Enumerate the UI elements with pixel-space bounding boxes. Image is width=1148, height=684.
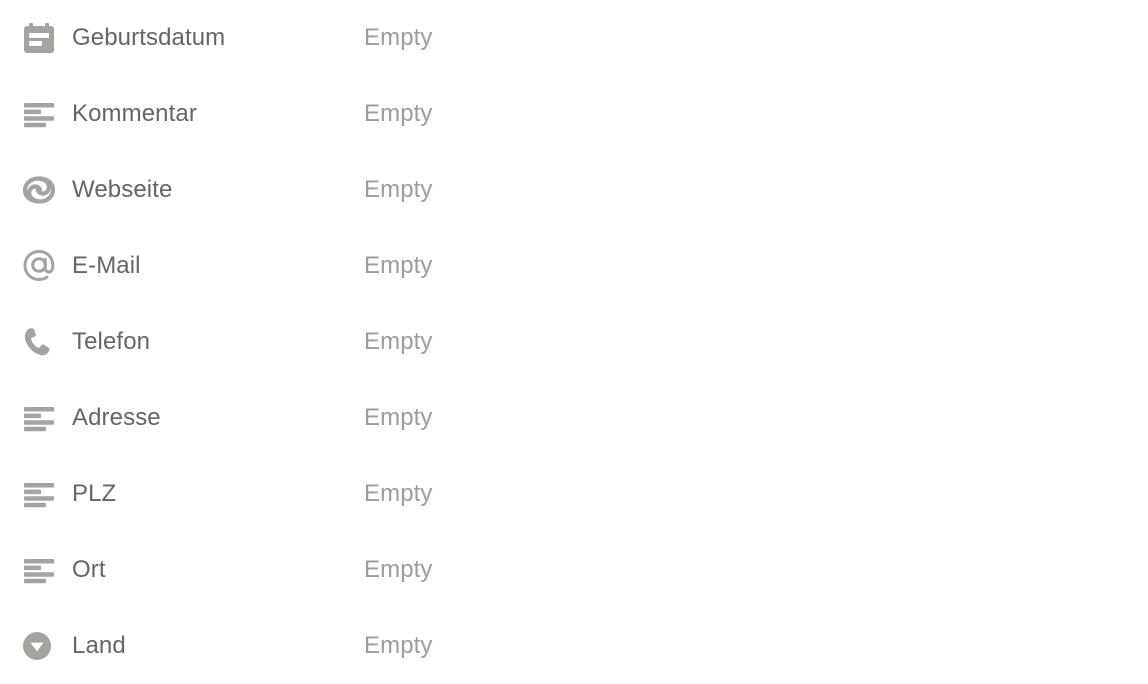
field-label: Ort bbox=[72, 556, 106, 583]
field-label: E-Mail bbox=[72, 252, 141, 279]
text-lines-icon bbox=[22, 401, 60, 435]
field-value[interactable]: Empty bbox=[364, 327, 433, 357]
field-row-ort[interactable]: Ort Empty bbox=[0, 532, 1148, 608]
field-label: Land bbox=[72, 632, 126, 659]
text-lines-icon bbox=[22, 553, 60, 587]
field-value[interactable]: Empty bbox=[364, 251, 433, 281]
field-label: Kommentar bbox=[72, 100, 197, 127]
dropdown-circle-icon bbox=[22, 629, 60, 663]
field-value[interactable]: Empty bbox=[364, 555, 433, 585]
text-lines-icon bbox=[22, 97, 60, 131]
calendar-icon bbox=[22, 21, 60, 55]
field-row-land[interactable]: Land Empty bbox=[0, 608, 1148, 684]
field-row-e-mail[interactable]: E-Mail Empty bbox=[0, 228, 1148, 304]
field-value[interactable]: Empty bbox=[364, 99, 433, 129]
field-row-adresse[interactable]: Adresse Empty bbox=[0, 380, 1148, 456]
field-row-kommentar[interactable]: Kommentar Empty bbox=[0, 76, 1148, 152]
link-spiral-icon bbox=[22, 173, 60, 207]
field-row-telefon[interactable]: Telefon Empty bbox=[0, 304, 1148, 380]
at-sign-icon bbox=[22, 249, 60, 283]
text-lines-icon bbox=[22, 477, 60, 511]
field-row-plz[interactable]: PLZ Empty bbox=[0, 456, 1148, 532]
field-row-webseite[interactable]: Webseite Empty bbox=[0, 152, 1148, 228]
field-list: Geburtsdatum Empty Kommentar Empty Webse… bbox=[0, 0, 1148, 682]
field-label: Webseite bbox=[72, 176, 173, 203]
field-label: Geburtsdatum bbox=[72, 24, 226, 51]
field-row-geburtsdatum[interactable]: Geburtsdatum Empty bbox=[0, 0, 1148, 76]
field-value[interactable]: Empty bbox=[364, 631, 433, 661]
phone-icon bbox=[22, 325, 60, 359]
field-label: Adresse bbox=[72, 404, 161, 431]
field-value[interactable]: Empty bbox=[364, 23, 433, 53]
field-label: PLZ bbox=[72, 480, 117, 507]
field-value[interactable]: Empty bbox=[364, 175, 433, 205]
field-value[interactable]: Empty bbox=[364, 479, 433, 509]
field-label: Telefon bbox=[72, 328, 151, 355]
field-value[interactable]: Empty bbox=[364, 403, 433, 433]
